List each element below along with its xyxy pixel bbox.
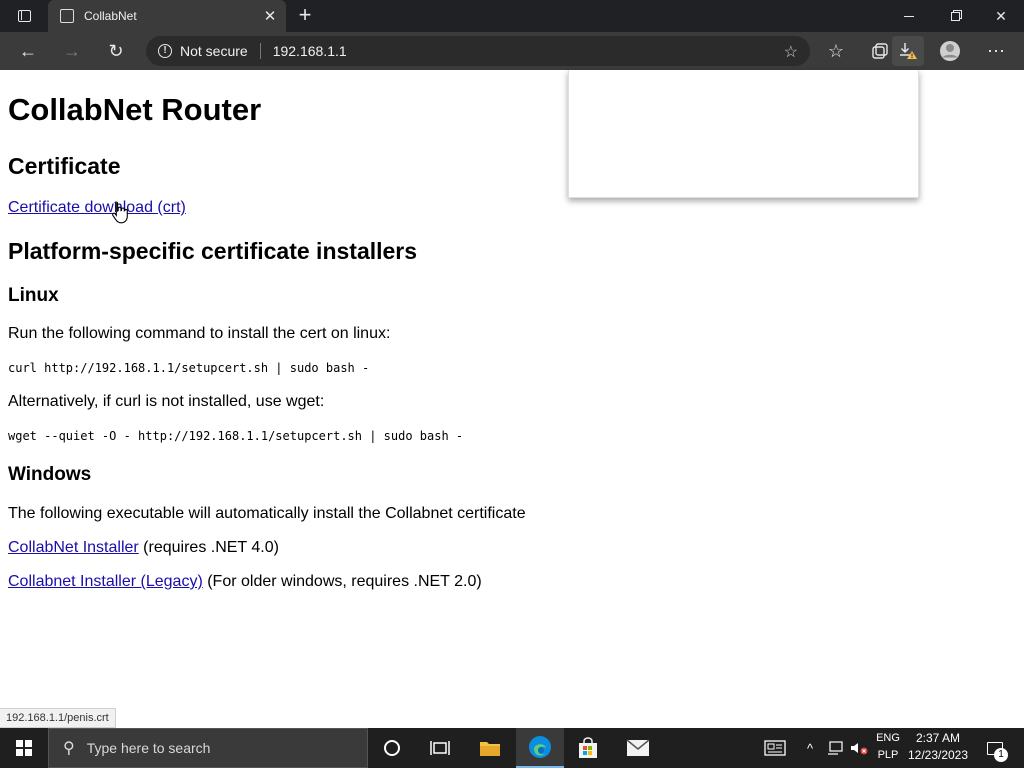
collabnet-legacy-installer-link[interactable]: Collabnet Installer (Legacy) — [8, 573, 203, 590]
close-window-button[interactable]: ✕ — [978, 0, 1024, 32]
refresh-icon: ↻ — [108, 40, 124, 61]
tab-actions-icon — [17, 10, 31, 22]
profile-button[interactable] — [934, 36, 966, 66]
input-language-indicator[interactable]: ENG PLP — [874, 730, 902, 764]
wget-instructions: Alternatively, if curl is not installed,… — [8, 393, 325, 410]
warning-icon[interactable]: ! — [158, 44, 172, 58]
cortana-circle-icon — [384, 740, 400, 756]
more-dots-icon: ⋯ — [987, 40, 1005, 61]
close-tab-icon[interactable]: ✕ — [258, 7, 282, 25]
certificate-link-line: Certificate download (crt) — [8, 199, 186, 217]
download-warning-icon — [900, 43, 917, 59]
restore-button[interactable] — [932, 0, 978, 32]
store-bag-icon — [579, 737, 597, 758]
downloads-button[interactable] — [892, 36, 924, 66]
forward-button[interactable]: → — [56, 36, 88, 66]
settings-more-button[interactable]: ⋯ — [980, 36, 1012, 66]
minimize-button[interactable] — [886, 0, 932, 32]
windows-logo-icon — [16, 740, 32, 756]
tab-actions-button[interactable] — [8, 4, 40, 28]
search-placeholder: Type here to search — [86, 740, 211, 756]
browser-tab[interactable]: CollabNet ✕ — [48, 0, 286, 32]
minimize-icon — [904, 15, 914, 17]
network-tray-button[interactable] — [824, 728, 846, 768]
refresh-button[interactable]: ↻ — [100, 36, 132, 66]
curl-command: curl http://192.168.1.1/setupcert.sh | s… — [8, 361, 370, 375]
mail-icon — [626, 739, 650, 756]
new-tab-button[interactable]: + — [292, 3, 318, 29]
news-widget-button[interactable] — [758, 728, 792, 768]
action-center-button[interactable]: 1 — [980, 728, 1010, 768]
chevron-up-icon: ^ — [806, 740, 814, 756]
back-button[interactable]: ← — [12, 36, 44, 66]
edge-taskbar-button[interactable] — [516, 728, 564, 768]
page-title: CollabNet Router — [8, 92, 262, 127]
collabnet-installer-link[interactable]: CollabNet Installer — [8, 539, 139, 556]
address-separator — [259, 43, 261, 59]
mail-button[interactable] — [614, 728, 662, 768]
back-arrow-icon: ← — [19, 40, 37, 61]
network-icon — [828, 741, 843, 755]
address-bar[interactable]: ! Not secure 192.168.1.1 ☆ — [146, 36, 810, 66]
linux-heading: Linux — [8, 285, 59, 306]
page-favicon-icon — [60, 9, 74, 23]
clock-date: 12/23/2023 — [907, 748, 969, 762]
wget-command: wget --quiet -O - http://192.168.1.1/set… — [8, 429, 464, 443]
installers-heading: Platform-specific certificate installers — [8, 238, 418, 264]
installer-note: (requires .NET 4.0) — [138, 539, 279, 556]
search-icon: ⚲ — [63, 740, 75, 757]
windows-instructions: The following executable will automatica… — [8, 505, 526, 522]
restore-icon — [950, 11, 960, 21]
tab-title: CollabNet — [84, 9, 137, 23]
windows-taskbar: ⚲ Type here to search ^ ENG PLP 2:37 AM … — [0, 728, 1024, 768]
certificate-heading: Certificate — [8, 153, 121, 179]
news-icon — [764, 740, 786, 756]
browser-toolbar: ← → ↻ ! Not secure 192.168.1.1 ☆ ☆ ⋯ — [0, 32, 1024, 70]
cortana-button[interactable] — [368, 728, 416, 768]
status-bar-url: 192.168.1.1/penis.crt — [0, 708, 116, 728]
hand-pointer-cursor-icon — [112, 201, 128, 224]
forward-arrow-icon: → — [63, 40, 81, 61]
notification-count-badge: 1 — [994, 748, 1008, 762]
task-view-icon — [430, 741, 450, 755]
url-text[interactable]: 192.168.1.1 — [273, 43, 347, 59]
keyboard-layout-code: PLP — [877, 749, 899, 761]
web-page: CollabNet Router Certificate Certificate… — [0, 70, 1024, 728]
add-favorite-icon[interactable]: ☆ — [784, 42, 798, 62]
clock-time: 2:37 AM — [915, 731, 961, 745]
system-clock[interactable]: 2:37 AM 12/23/2023 — [906, 730, 970, 764]
collections-icon — [872, 43, 888, 59]
start-button[interactable] — [0, 728, 48, 768]
security-label[interactable]: Not secure — [180, 43, 248, 59]
language-code: ENG — [876, 732, 900, 744]
store-button[interactable] — [564, 728, 612, 768]
volume-muted-icon — [851, 743, 868, 755]
linux-instructions: Run the following command to install the… — [8, 325, 391, 342]
task-view-button[interactable] — [416, 728, 464, 768]
volume-tray-button[interactable] — [848, 728, 870, 768]
favorites-button[interactable]: ☆ — [820, 36, 852, 66]
favorites-star-icon: ☆ — [827, 40, 845, 61]
installer-line: CollabNet Installer (requires .NET 4.0) — [8, 539, 279, 557]
windows-heading: Windows — [8, 464, 92, 485]
folder-icon — [480, 742, 500, 756]
close-icon: ✕ — [995, 7, 1007, 24]
certificate-download-link[interactable]: Certificate download (crt) — [8, 199, 186, 216]
show-hidden-icons-button[interactable]: ^ — [800, 728, 820, 768]
browser-titlebar: CollabNet ✕ + ✕ — [0, 0, 1024, 32]
legacy-installer-note: (For older windows, requires .NET 2.0) — [202, 573, 482, 590]
taskbar-search-box[interactable]: ⚲ Type here to search — [48, 728, 368, 768]
file-explorer-button[interactable] — [466, 728, 514, 768]
avatar — [940, 41, 960, 61]
legacy-installer-line: Collabnet Installer (Legacy) (For older … — [8, 573, 482, 591]
downloads-flyout-panel[interactable] — [568, 70, 919, 198]
edge-browser-icon — [529, 736, 551, 758]
